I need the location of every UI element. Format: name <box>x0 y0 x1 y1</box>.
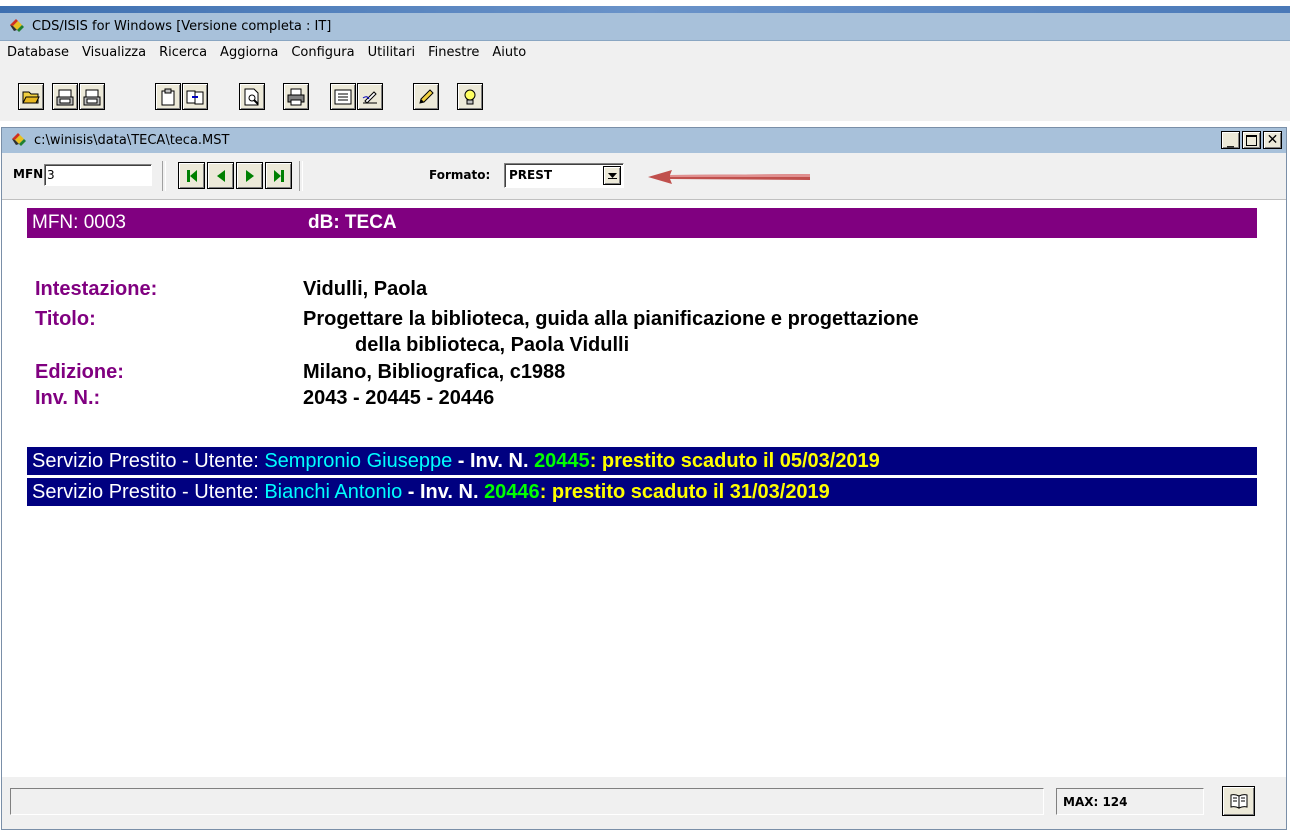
clipboard-button[interactable] <box>155 83 181 110</box>
open-folder-button[interactable] <box>18 83 44 110</box>
status-message-panel <box>10 788 1044 815</box>
dictionary-button[interactable] <box>1222 786 1255 816</box>
app-title: CDS/ISIS for Windows [Versione completa … <box>32 19 332 34</box>
menu-ricerca[interactable]: Ricerca <box>152 45 213 60</box>
mfn-input[interactable] <box>44 164 152 186</box>
previous-record-icon <box>216 169 225 182</box>
separator <box>299 161 303 191</box>
export-txt-button[interactable] <box>52 83 78 110</box>
form-button[interactable] <box>330 83 356 110</box>
status-max-records: MAX: 124 <box>1056 788 1204 815</box>
loan-row: Servizio Prestito - Utente: Bianchi Anto… <box>27 478 1257 506</box>
loan-user: Sempronio Giuseppe <box>264 450 453 472</box>
first-record-button[interactable] <box>178 162 205 189</box>
field-value-titolo: Progettare la biblioteca, guida alla pia… <box>303 308 919 330</box>
field-value-edizione: Milano, Bibliografica, c1988 <box>303 361 566 383</box>
menu-utilitari[interactable]: Utilitari <box>361 45 421 60</box>
desktop-strip <box>0 0 1290 13</box>
record-mfn: MFN: 0003 <box>32 212 126 233</box>
print-preview-button[interactable] <box>239 83 265 110</box>
loan-inv-label: - Inv. N. <box>452 450 535 472</box>
edit-entry-button[interactable] <box>357 83 383 110</box>
field-label-intestazione: Intestazione: <box>35 278 158 300</box>
pencil-button[interactable] <box>413 83 439 110</box>
record-database: dB: TECA <box>308 212 397 233</box>
field-value-inventario: 2043 - 20445 - 20446 <box>303 387 495 409</box>
open-folder-icon <box>22 91 40 103</box>
menu-database[interactable]: Database <box>0 45 75 60</box>
print-button[interactable] <box>283 83 309 110</box>
export-txt-icon <box>56 89 74 105</box>
loan-status: : prestito scaduto il 05/03/2019 <box>589 450 880 472</box>
menu-configura[interactable]: Configura <box>284 45 360 60</box>
loan-prefix: Servizio Prestito - Utente: <box>32 481 265 503</box>
menu-aggiorna[interactable]: Aggiorna <box>213 45 284 60</box>
record-header: MFN: 0003 dB: TECA <box>27 208 1257 238</box>
edit-entry-icon <box>362 90 377 104</box>
format-select[interactable]: PREST <box>504 163 624 188</box>
separator <box>162 161 166 191</box>
next-record-icon <box>245 169 254 182</box>
menu-visualizza[interactable]: Visualizza <box>75 45 152 60</box>
minimize-icon: _ <box>1227 132 1234 148</box>
next-record-button[interactable] <box>236 162 263 189</box>
isis-logo-icon <box>10 131 28 150</box>
format-label: Formato: <box>429 168 491 182</box>
lightbulb-icon <box>464 89 476 104</box>
field-label-inventario: Inv. N.: <box>35 387 101 409</box>
minimize-button[interactable]: _ <box>1221 131 1240 149</box>
loan-status: : prestito scaduto il 31/03/2019 <box>539 481 830 503</box>
copy-record-button[interactable] <box>182 83 208 110</box>
field-label-titolo: Titolo: <box>35 308 96 330</box>
print-preview-icon <box>244 88 259 105</box>
field-value-intestazione: Vidulli, Paola <box>303 278 428 300</box>
isis-logo-icon <box>8 17 26 36</box>
last-record-button[interactable] <box>265 162 292 189</box>
export-rtf-button[interactable] <box>79 83 105 110</box>
loan-inv: 20445 <box>534 450 590 472</box>
clipboard-icon <box>161 88 175 105</box>
export-rtf-icon <box>83 89 101 105</box>
loan-row: Servizio Prestito - Utente: Sempronio Gi… <box>27 447 1257 475</box>
copy-record-icon <box>186 90 204 104</box>
close-icon: ✕ <box>1266 132 1279 148</box>
field-label-edizione: Edizione: <box>35 361 124 383</box>
menu-finestre[interactable]: Finestre <box>421 45 485 60</box>
record-window-title: c:\winisis\data\TECA\teca.MST <box>34 133 230 148</box>
loan-inv-label: - Inv. N. <box>402 481 485 503</box>
print-icon <box>287 88 305 105</box>
chevron-down-icon <box>607 172 617 179</box>
pencil-icon <box>419 88 434 104</box>
format-value: PREST <box>509 168 553 182</box>
status-bar: MAX: 124 <box>2 777 1286 829</box>
loan-user: Bianchi Antonio <box>264 481 403 503</box>
close-button[interactable]: ✕ <box>1263 131 1282 149</box>
previous-record-button[interactable] <box>207 162 234 189</box>
maximize-button[interactable] <box>1242 131 1261 149</box>
open-book-icon <box>1230 794 1247 809</box>
first-record-icon <box>186 169 197 182</box>
maximize-icon <box>1246 134 1257 146</box>
record-window-title-bar[interactable]: c:\winisis\data\TECA\teca.MST _ ✕ <box>2 128 1286 153</box>
toolbar <box>0 63 1290 121</box>
record-window: c:\winisis\data\TECA\teca.MST _ ✕ MFN Fo… <box>1 127 1287 830</box>
format-dropdown-button[interactable] <box>603 166 621 185</box>
navigation-bar: MFN Formato: PREST <box>2 153 1286 200</box>
loan-inv: 20446 <box>484 481 540 503</box>
app-title-bar: CDS/ISIS for Windows [Versione completa … <box>0 13 1290 41</box>
loan-prefix: Servizio Prestito - Utente: <box>32 450 265 472</box>
menu-bar: Database Visualizza Ricerca Aggiorna Con… <box>0 41 1290 63</box>
annotation-arrow-icon <box>648 170 810 184</box>
field-value-titolo-cont: della biblioteca, Paola Vidulli <box>355 334 630 356</box>
menu-aiuto[interactable]: Aiuto <box>485 45 532 60</box>
lightbulb-button[interactable] <box>457 83 483 110</box>
last-record-icon <box>273 169 284 182</box>
mfn-label: MFN <box>13 167 44 181</box>
form-icon <box>334 89 352 104</box>
